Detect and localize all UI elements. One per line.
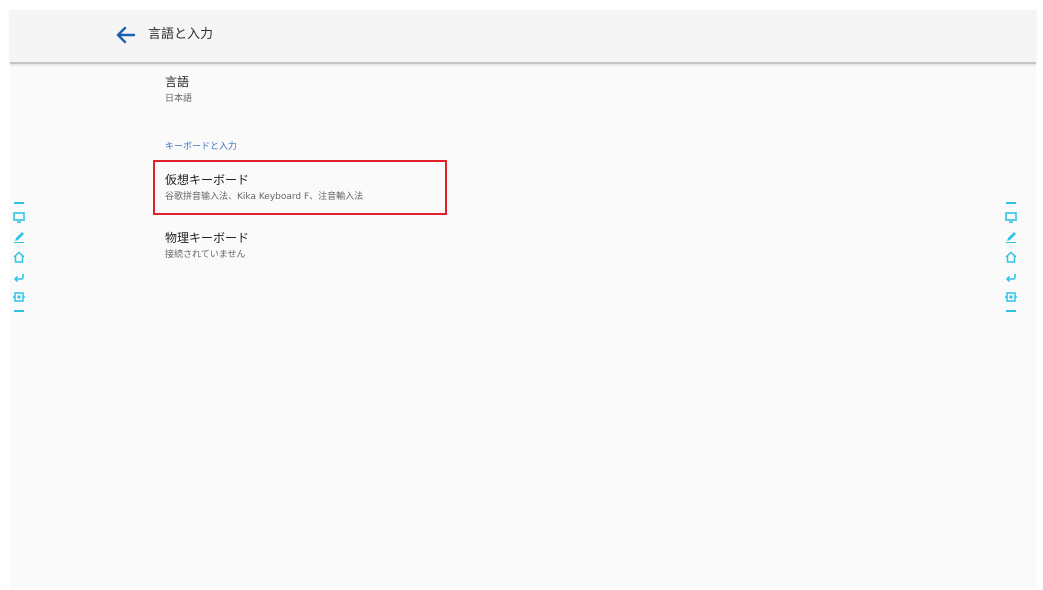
home-icon[interactable] bbox=[1004, 250, 1018, 264]
settings-icon[interactable] bbox=[1004, 290, 1018, 304]
right-side-toolbar bbox=[1004, 202, 1018, 332]
pen-icon[interactable] bbox=[12, 230, 26, 244]
return-icon[interactable] bbox=[12, 270, 26, 284]
toolbar-divider bbox=[1006, 202, 1016, 204]
language-title: 言語 bbox=[165, 75, 190, 89]
left-side-toolbar bbox=[12, 202, 26, 332]
virtual-keyboard-subtitle: 谷歌拼音输入法、Kika Keyboard F、注音輸入法 bbox=[165, 192, 364, 202]
physical-keyboard-subtitle: 接続されていません bbox=[165, 250, 246, 260]
pen-icon[interactable] bbox=[1004, 230, 1018, 244]
settings-screen: 言語と入力 言語 日本語 キーボードと入力 仮想キーボード 谷歌拼音输入法、Ki… bbox=[10, 10, 1036, 588]
back-button[interactable] bbox=[114, 22, 138, 48]
physical-keyboard-title: 物理キーボード bbox=[165, 231, 250, 245]
keyboard-section-header: キーボードと入力 bbox=[165, 142, 238, 152]
app-bar: 言語と入力 bbox=[10, 10, 1036, 64]
settings-icon[interactable] bbox=[12, 290, 26, 304]
physical-keyboard-item[interactable]: 物理キーボード 接続されていません bbox=[165, 230, 249, 262]
page-title: 言語と入力 bbox=[148, 27, 214, 42]
language-item[interactable]: 言語 日本語 bbox=[165, 74, 192, 106]
language-value: 日本語 bbox=[165, 94, 193, 104]
virtual-keyboard-item[interactable]: 仮想キーボード 谷歌拼音输入法、Kika Keyboard F、注音輸入法 bbox=[165, 172, 363, 204]
home-icon[interactable] bbox=[12, 250, 26, 264]
arrow-left-icon bbox=[116, 26, 136, 44]
toolbar-divider bbox=[14, 202, 24, 204]
screen-icon[interactable] bbox=[12, 210, 26, 224]
return-icon[interactable] bbox=[1004, 270, 1018, 284]
virtual-keyboard-title: 仮想キーボード bbox=[165, 173, 250, 187]
toolbar-divider bbox=[1006, 310, 1016, 312]
screen-icon[interactable] bbox=[1004, 210, 1018, 224]
toolbar-divider bbox=[14, 310, 24, 312]
